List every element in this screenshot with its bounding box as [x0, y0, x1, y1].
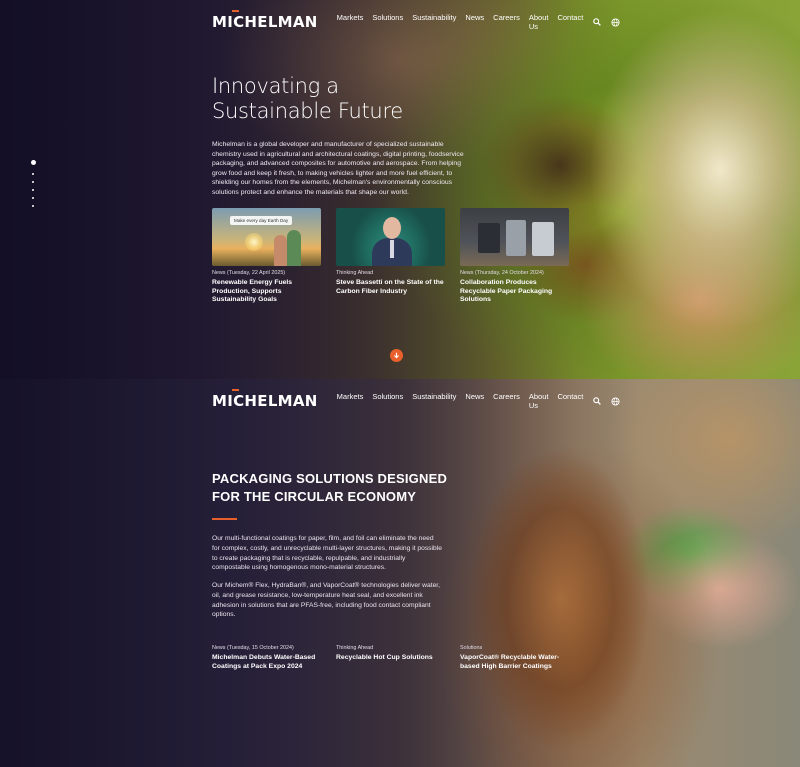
- hero-section: MICHELMAN Markets Solutions Sustainabili…: [0, 0, 800, 379]
- portrait-face: [383, 217, 401, 239]
- packaging-box: [506, 220, 526, 256]
- card-thumbnail[interactable]: Make every day Earth Day: [212, 208, 321, 266]
- slide-dot-5[interactable]: [32, 197, 34, 199]
- packaging-box: [478, 223, 500, 253]
- card-meta: News (Thursday, 24 October 2024): [460, 270, 544, 276]
- card-thumbnail[interactable]: [460, 208, 569, 266]
- nav-item-careers[interactable]: Careers: [493, 392, 520, 410]
- card-meta: Thinking Ahead: [336, 270, 374, 276]
- news-card[interactable]: News (Tuesday, 15 October 2024) Michelma…: [212, 641, 325, 671]
- slide-dot-4[interactable]: [32, 189, 34, 191]
- arrow-down-icon[interactable]: [390, 349, 403, 362]
- packaging-title: PACKAGING SOLUTIONS DESIGNED FOR THE CIR…: [212, 471, 448, 504]
- hero-description: Michelman is a global developer and manu…: [212, 141, 464, 196]
- card-meta: News (Tuesday, 22 April 2025): [212, 270, 286, 276]
- card-meta: Solutions: [460, 645, 483, 651]
- slide-dot-6[interactable]: [32, 205, 34, 207]
- nav-item-solutions[interactable]: Solutions: [372, 392, 403, 410]
- main-nav: Markets Solutions Sustainability News Ca…: [337, 13, 584, 31]
- nav-item-about-us[interactable]: About Us: [529, 13, 549, 31]
- logo-text: MICHELMAN: [212, 13, 318, 31]
- nav-item-sustainability[interactable]: Sustainability: [412, 13, 456, 31]
- site-logo[interactable]: MICHELMAN: [212, 389, 318, 410]
- hero-title-line1: Innovating a: [212, 74, 339, 98]
- packaging-paragraph-1: Our multi-functional coatings for paper,…: [212, 535, 442, 572]
- card-title[interactable]: Renewable Energy Fuels Production, Suppo…: [212, 279, 324, 305]
- news-card[interactable]: News (Thursday, 24 October 2024) Collabo…: [460, 208, 573, 305]
- card-title[interactable]: VaporCoat® Recyclable Water-based High B…: [460, 654, 572, 671]
- site-logo[interactable]: MICHELMAN: [212, 10, 318, 31]
- card-thumbnail[interactable]: [336, 208, 445, 266]
- packaging-box: [532, 222, 554, 256]
- card-title[interactable]: Collaboration Produces Recyclable Paper …: [460, 279, 572, 305]
- nav-item-sustainability[interactable]: Sustainability: [412, 392, 456, 410]
- nav-item-contact[interactable]: Contact: [557, 13, 583, 31]
- nav-item-contact[interactable]: Contact: [557, 392, 583, 410]
- card-title[interactable]: Recyclable Hot Cup Solutions: [336, 654, 448, 663]
- card-meta: Thinking Ahead: [336, 645, 374, 651]
- logo-text: MICHELMAN: [212, 392, 318, 410]
- search-icon[interactable]: [593, 17, 602, 27]
- news-card[interactable]: Solutions VaporCoat® Recyclable Water-ba…: [460, 641, 573, 671]
- slide-dot-1[interactable]: [30, 160, 36, 165]
- hero-news-cards: Make every day Earth Day News (Tuesday, …: [212, 208, 573, 305]
- packaging-paragraph-2: Our Michem® Flex, HydraBan®, and VaporCo…: [212, 582, 441, 619]
- nav-item-markets[interactable]: Markets: [337, 13, 364, 31]
- news-card[interactable]: Thinking Ahead Steve Bassetti on the Sta…: [336, 208, 449, 305]
- site-header: MICHELMAN Markets Solutions Sustainabili…: [212, 10, 620, 32]
- main-nav: Markets Solutions Sustainability News Ca…: [337, 392, 584, 410]
- child-silhouette: [287, 230, 301, 266]
- globe-icon[interactable]: [611, 396, 620, 406]
- nav-item-careers[interactable]: Careers: [493, 13, 520, 31]
- slide-dot-3[interactable]: [32, 181, 34, 183]
- logo-accent: [232, 389, 239, 391]
- globe-icon[interactable]: [611, 17, 620, 27]
- nav-item-markets[interactable]: Markets: [337, 392, 364, 410]
- packaging-news-cards: News (Tuesday, 15 October 2024) Michelma…: [212, 641, 573, 671]
- nav-item-solutions[interactable]: Solutions: [372, 13, 403, 31]
- slide-dot-2[interactable]: [32, 173, 34, 175]
- hero-title-line2: Sustainable Future: [212, 99, 403, 123]
- card-meta: News (Tuesday, 15 October 2024): [212, 645, 294, 651]
- portrait-shirt: [390, 240, 394, 258]
- news-card[interactable]: Make every day Earth Day News (Tuesday, …: [212, 208, 325, 305]
- slide-pagination: [29, 160, 37, 207]
- card-image-tag: Make every day Earth Day: [230, 216, 293, 225]
- card-title[interactable]: Steve Bassetti on the State of the Carbo…: [336, 279, 448, 296]
- site-header: MICHELMAN Markets Solutions Sustainabili…: [212, 389, 620, 411]
- sun-graphic: [245, 233, 263, 251]
- nav-item-about-us[interactable]: About Us: [529, 392, 549, 410]
- title-accent-rule: [212, 518, 237, 520]
- nav-item-news[interactable]: News: [465, 392, 484, 410]
- nav-item-news[interactable]: News: [465, 13, 484, 31]
- search-icon[interactable]: [593, 396, 602, 406]
- child-silhouette: [274, 235, 287, 266]
- card-title[interactable]: Michelman Debuts Water-Based Coatings at…: [212, 654, 324, 671]
- hero-title: Innovating a Sustainable Future: [212, 74, 403, 124]
- news-card[interactable]: Thinking Ahead Recyclable Hot Cup Soluti…: [336, 641, 449, 671]
- logo-accent: [232, 10, 239, 12]
